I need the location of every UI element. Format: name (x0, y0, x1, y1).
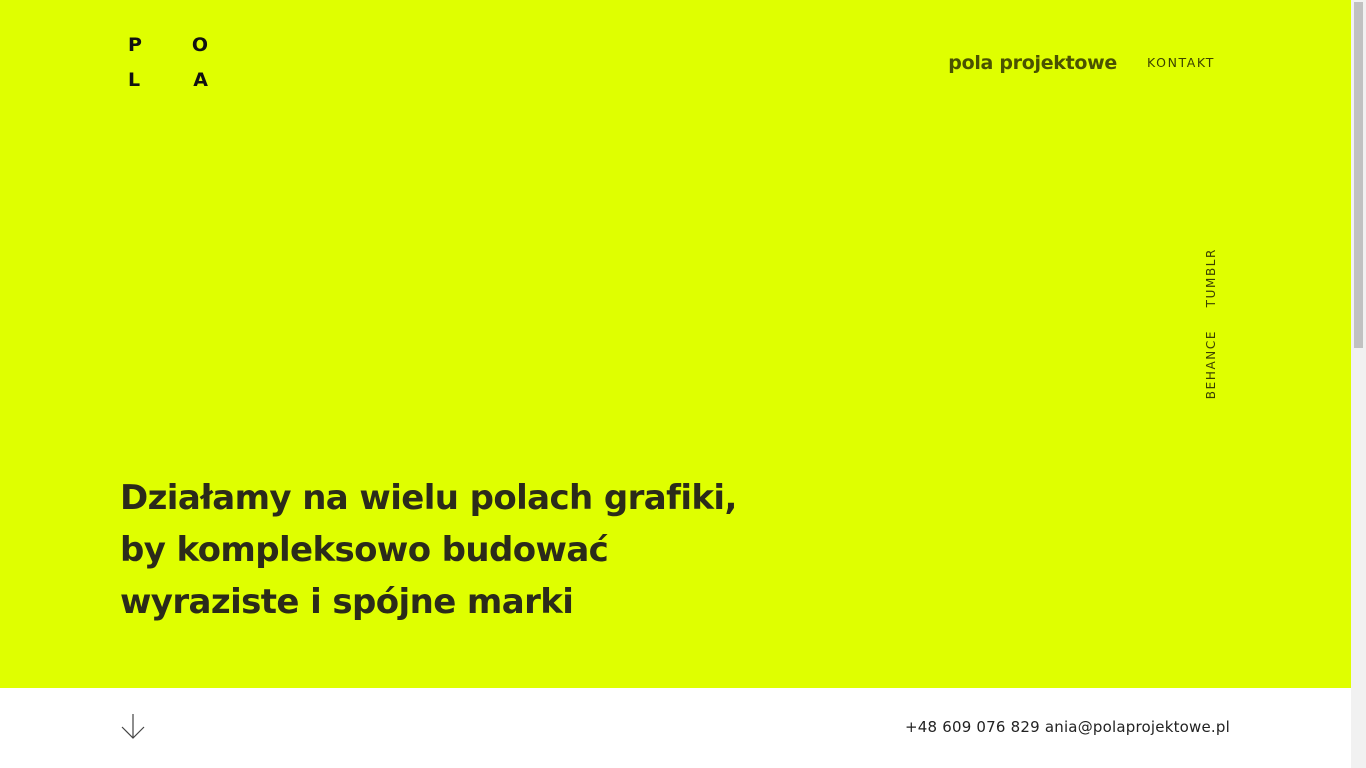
nav-contact-link[interactable]: KONTAKT (1147, 55, 1215, 70)
arrow-down-icon[interactable] (120, 712, 146, 740)
logo-letter-l: L (128, 69, 141, 91)
email-link[interactable]: ania@polaprojektowe.pl (1045, 718, 1230, 736)
scrollbar[interactable] (1351, 0, 1366, 768)
scrollbar-thumb[interactable] (1354, 2, 1363, 348)
hero-headline: Działamy na wielu polach grafiki, by kom… (120, 472, 820, 628)
behance-link[interactable]: BEHANCE (1204, 330, 1234, 399)
footer-contact: +48 609 076 829 ania@polaprojektowe.pl (905, 718, 1230, 736)
headline-line-2: by kompleksowo budować (120, 530, 609, 570)
logo-letter-o: O (191, 34, 208, 56)
headline-line-3: wyraziste i spójne marki (120, 582, 574, 622)
logo-letter-a: A (193, 69, 208, 91)
logo[interactable]: P O L A (128, 36, 208, 90)
hero-section: P O L A pola projektowe KONTAKT TUMBLR B… (0, 0, 1351, 688)
top-nav: pola projektowe KONTAKT (948, 52, 1215, 74)
social-links: TUMBLR BEHANCE (1204, 244, 1234, 414)
tumblr-link[interactable]: TUMBLR (1204, 248, 1234, 307)
nav-brand-link[interactable]: pola projektowe (948, 52, 1117, 74)
headline-line-1: Działamy na wielu polach grafiki, (120, 478, 737, 518)
phone-link[interactable]: +48 609 076 829 (905, 718, 1040, 736)
logo-letter-p: P (128, 34, 142, 56)
